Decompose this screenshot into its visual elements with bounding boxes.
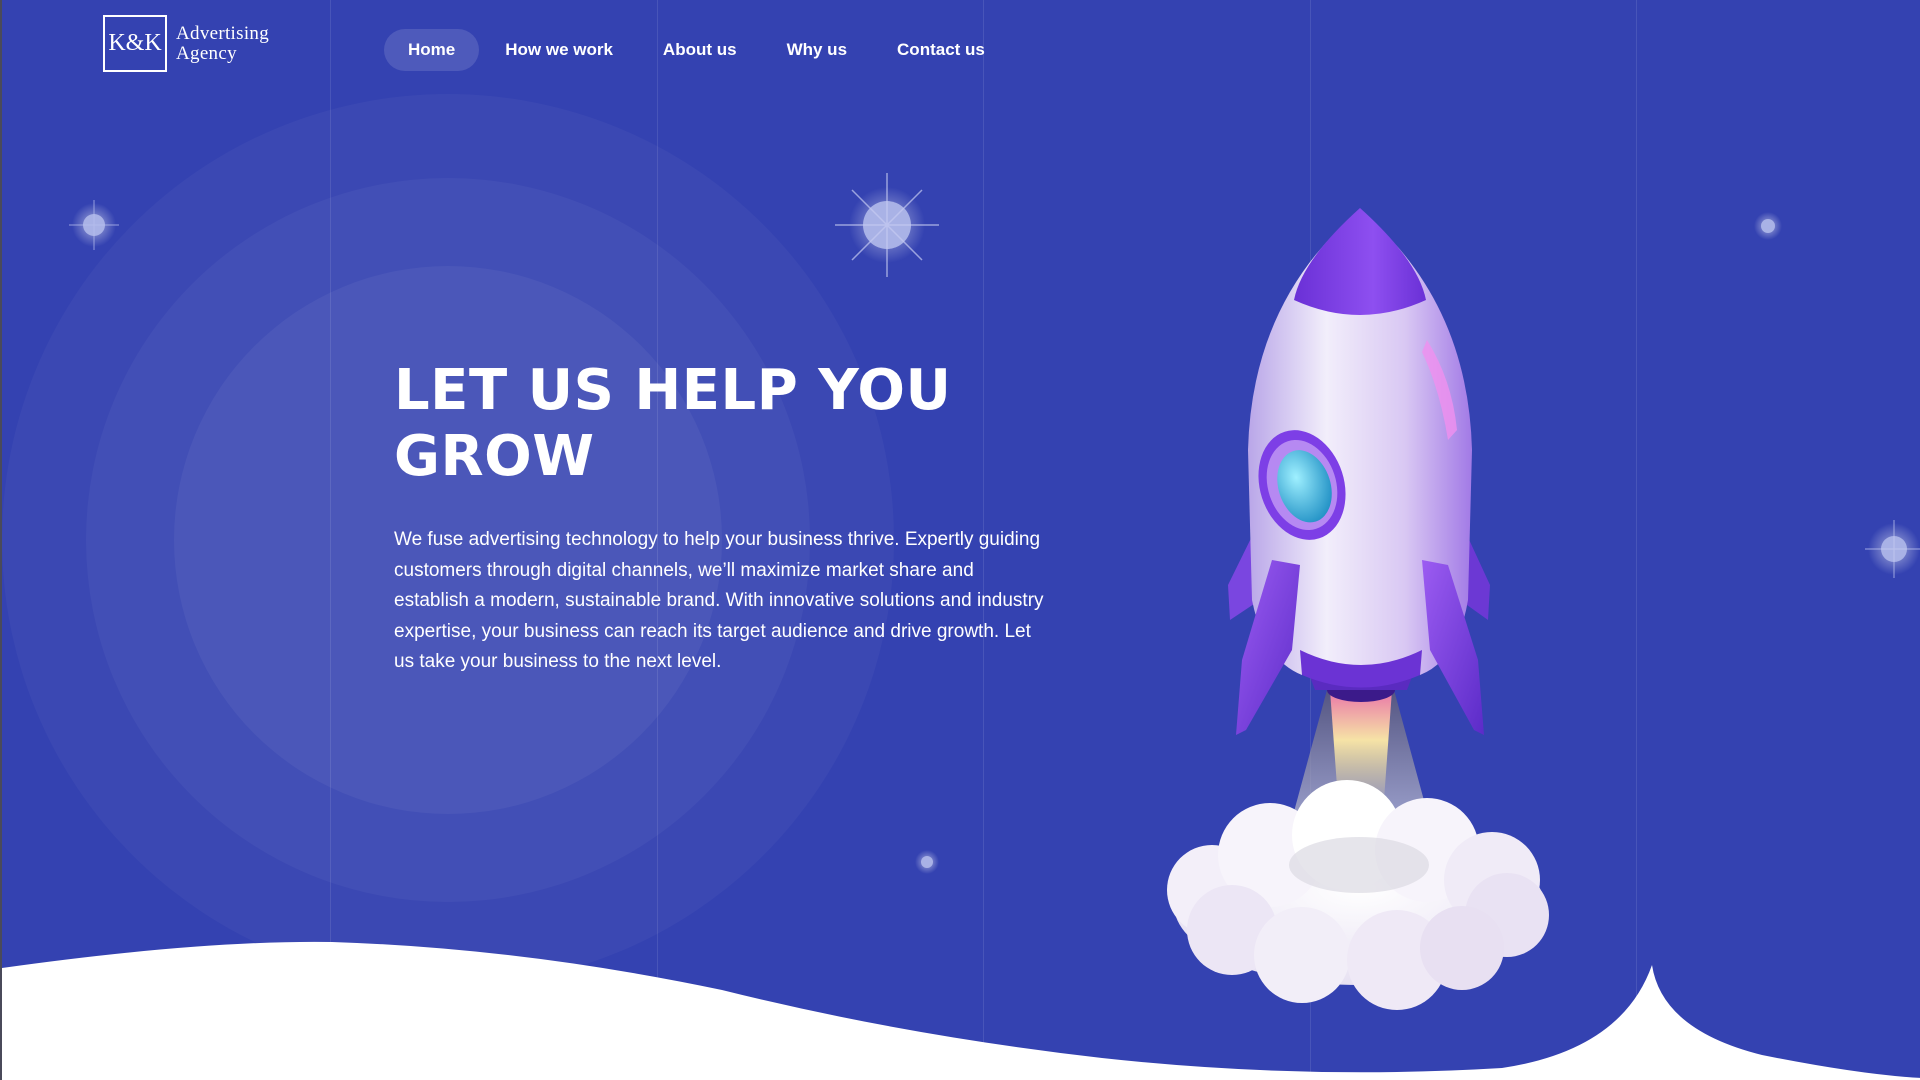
nav-item-home[interactable]: Home — [384, 29, 480, 71]
hero-description: We fuse advertising technology to help y… — [394, 529, 1044, 673]
nav-item-contact-us[interactable]: Contact us — [873, 29, 1009, 71]
logo-name-line1: Advertising — [176, 22, 270, 44]
bottom-wave — [2, 941, 1920, 1080]
grid-line — [1636, 0, 1637, 1080]
smoke-cloud — [1167, 780, 1549, 1010]
hero-title-line1: LET US HELP YOU — [394, 358, 952, 423]
hero-title-line2: GROW — [394, 424, 595, 489]
sparkle-star-icon — [915, 850, 939, 874]
landing-page: K&K Advertising Agency Home How we work … — [0, 0, 1920, 1080]
nav-item-about-us[interactable]: About us — [639, 29, 761, 71]
main-nav: Home How we work About us Why us Contact… — [384, 29, 1011, 71]
hero-title: LET US HELP YOU GROW — [394, 358, 1034, 490]
sparkle-star-icon — [69, 200, 119, 250]
sparkle-star-icon — [1865, 520, 1920, 578]
nav-item-why-us[interactable]: Why us — [763, 29, 871, 71]
logo-mark: K&K — [103, 15, 167, 72]
rocket-illustration — [1228, 208, 1490, 830]
brand-logo[interactable]: K&K Advertising Agency — [103, 15, 269, 72]
logo-name: Advertising Agency — [176, 22, 270, 64]
grid-line — [1310, 0, 1311, 1080]
sparkle-star-icon — [1754, 212, 1782, 240]
nav-item-how-we-work[interactable]: How we work — [481, 29, 637, 71]
sparkle-star-icon — [835, 173, 939, 277]
grid-line — [330, 0, 331, 1080]
logo-name-line2: Agency — [176, 42, 237, 64]
